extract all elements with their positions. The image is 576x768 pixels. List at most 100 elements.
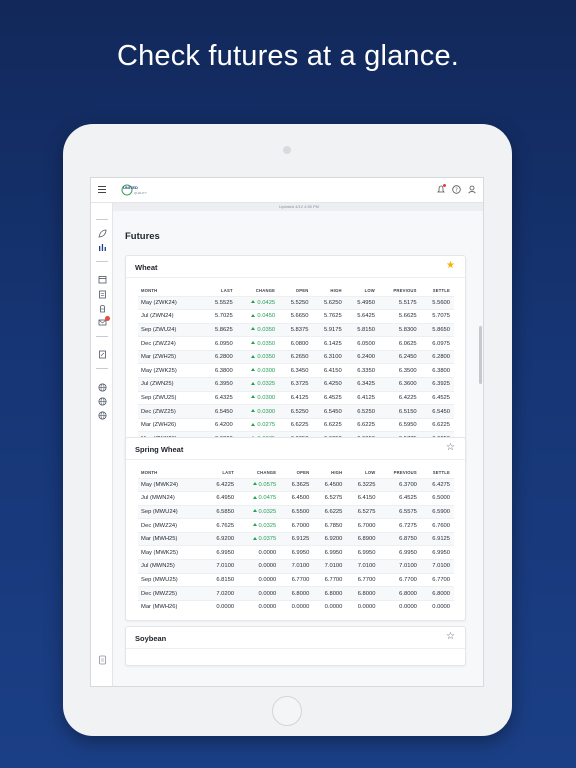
sidebar-divider xyxy=(96,336,108,337)
table-row[interactable]: Dec (MWZ24) 6.7625 0.0325 6.7000 6.7850 6.700… xyxy=(138,518,454,533)
column-header: LOW xyxy=(364,288,375,294)
column-header: MONTH xyxy=(141,288,158,294)
contract-month: Jul (MWN25) xyxy=(138,559,205,574)
futures-chart-icon[interactable] xyxy=(97,243,107,253)
table-row[interactable]: Mar (MWH26) 0.0000 0.0000 0.0000 0.0000 0.000… xyxy=(138,599,454,614)
table-row[interactable]: May (ZWK24) 5.5525 0.0425 5.5250 5.6250 5.495… xyxy=(138,295,454,310)
star-filled-icon[interactable]: ★ xyxy=(446,261,455,271)
table-header-row: MONTH LAST CHANGE OPEN HIGH LOW PREVIOUS SETTLE xyxy=(138,286,454,296)
globe-icon[interactable] xyxy=(97,411,107,421)
table-row[interactable]: Dec (ZWZ25) 6.5450 0.0300 6.5250 6.5450 6.525… xyxy=(138,404,454,419)
contract-month: Jul (ZWN24) xyxy=(138,309,204,324)
contract-month: May (ZWK25) xyxy=(138,363,204,378)
table-row[interactable]: Mar (ZWH25) 6.2800 0.0350 6.2650 6.3100 6.240… xyxy=(138,349,454,364)
price-cell: 6.8150 xyxy=(205,572,239,587)
silo-icon[interactable] xyxy=(97,304,107,314)
document-icon[interactable] xyxy=(97,290,107,300)
table-row[interactable]: Sep (ZWU25) 6.4325 0.0300 6.4125 6.4525 6.412… xyxy=(138,390,454,405)
price-cell: 6.9950 xyxy=(379,545,421,560)
price-cell: 6.9125 xyxy=(280,531,314,546)
price-cell: 6.8000 xyxy=(346,586,380,601)
table-row[interactable]: May (MWK25) 6.9950 0.0000 6.9950 6.9950 6.995… xyxy=(138,545,454,560)
sidebar xyxy=(91,203,113,686)
price-cell: 6.9950 xyxy=(205,545,239,560)
leaf-icon[interactable] xyxy=(97,229,107,239)
column-header: LAST xyxy=(220,288,233,294)
contract-icon[interactable] xyxy=(97,350,107,360)
contract-month: May (MWK25) xyxy=(138,545,205,560)
change-value: 0.0000 xyxy=(238,545,281,560)
updated-timestamp: Updated 4/12 4:55 PM xyxy=(113,203,483,211)
table-row[interactable]: Mar (MWH25) 6.9200 0.0375 6.9125 6.9200 6.890… xyxy=(138,531,454,546)
card-title: Spring Wheat xyxy=(135,445,184,454)
table-row[interactable]: Mar (ZWH26) 6.4200 0.0275 6.6225 6.6225 6.622… xyxy=(138,417,454,432)
table-row[interactable]: Jul (ZWN25) 6.3950 0.0325 6.3725 6.4250 6.342… xyxy=(138,377,454,392)
price-cell: 6.7625 xyxy=(205,518,239,533)
price-cell: 5.7625 xyxy=(312,309,346,324)
price-cell: 6.3625 xyxy=(280,477,314,492)
price-cell: 6.5250 xyxy=(279,404,313,419)
table-row[interactable]: Dec (ZWZ24) 6.0950 0.0350 6.0800 6.1425 6.050… xyxy=(138,336,454,351)
change-value: 0.0350 xyxy=(236,336,280,351)
table-row[interactable]: May (MWK24) 6.4225 0.0575 6.3625 6.4500 6.322… xyxy=(138,477,454,492)
logo-text: UNITED xyxy=(123,185,138,190)
price-cell: 6.5575 xyxy=(379,504,421,519)
table-row[interactable]: May (ZWK25) 6.3800 0.0300 6.3450 6.4150 6.335… xyxy=(138,363,454,378)
price-cell: 6.7700 xyxy=(420,572,454,587)
bell-icon[interactable] xyxy=(436,184,446,194)
globe-icon[interactable] xyxy=(97,383,107,393)
price-cell: 6.2450 xyxy=(378,349,421,364)
change-value: 0.0325 xyxy=(236,377,280,392)
price-cell: 6.9950 xyxy=(420,545,454,560)
star-outline-icon[interactable]: ☆ xyxy=(446,632,455,642)
price-cell: 5.6650 xyxy=(279,309,313,324)
table-row[interactable]: Jul (MWN25) 7.0100 0.0000 7.0100 7.0100 7.010… xyxy=(138,559,454,574)
price-cell: 5.8300 xyxy=(378,322,421,337)
change-value: 0.0325 xyxy=(238,504,281,519)
globe-icon[interactable] xyxy=(97,397,107,407)
column-header: PREVIOUS xyxy=(393,470,417,476)
table-row[interactable]: Dec (MWZ25) 7.0200 0.0000 6.8000 6.8000 6.800… xyxy=(138,586,454,601)
price-cell: 6.3700 xyxy=(379,477,421,492)
price-cell: 0.0000 xyxy=(205,599,239,614)
price-cell: 6.2800 xyxy=(420,349,454,364)
change-value: 0.0000 xyxy=(238,586,281,601)
card-header[interactable]: Spring Wheat ☆ xyxy=(126,438,465,460)
contract-month: Jul (MWN24) xyxy=(138,491,205,506)
card-header[interactable]: Wheat ★ xyxy=(126,256,465,278)
table-row[interactable]: Sep (MWU25) 6.8150 0.0000 6.7700 6.7700 6.770… xyxy=(138,572,454,587)
price-cell: 6.3350 xyxy=(345,363,379,378)
user-icon[interactable] xyxy=(468,185,477,194)
column-header: HIGH xyxy=(330,288,342,294)
price-cell: 6.1425 xyxy=(312,336,346,351)
card-header[interactable]: Soybean ☆ xyxy=(126,627,465,649)
hamburger-icon[interactable] xyxy=(98,186,106,194)
help-icon[interactable]: ? xyxy=(452,185,461,194)
calendar-icon[interactable] xyxy=(97,275,107,285)
price-cell: 6.4525 xyxy=(420,390,454,405)
contract-month: May (MWK24) xyxy=(138,477,205,492)
scrollbar[interactable] xyxy=(479,326,482,384)
table-row[interactable]: Jul (ZWN24) 5.7025 0.0450 5.6650 5.7625 5.642… xyxy=(138,309,454,324)
tablet-frame: UNITED QUALITY ? Updated 4/12 4:55 PM Fu… xyxy=(63,124,512,736)
price-cell: 0.0000 xyxy=(346,599,380,614)
column-header: OPEN xyxy=(295,288,309,294)
price-cell: 6.4250 xyxy=(312,377,346,392)
settings-panel-icon[interactable] xyxy=(97,655,107,665)
price-cell: 6.4500 xyxy=(313,477,347,492)
price-cell: 6.3925 xyxy=(420,377,454,392)
price-cell: 5.6625 xyxy=(378,309,421,324)
price-cell: 6.8000 xyxy=(420,586,454,601)
price-cell: 7.0100 xyxy=(420,559,454,574)
table-row[interactable]: Sep (MWU24) 6.5850 0.0325 6.5500 6.6225 6.527… xyxy=(138,504,454,519)
card-title: Wheat xyxy=(135,263,158,272)
star-outline-icon[interactable]: ☆ xyxy=(446,443,455,453)
table-row[interactable]: Jul (MWN24) 6.4950 0.0475 6.4500 6.5275 6.415… xyxy=(138,491,454,506)
price-cell: 6.7275 xyxy=(379,518,421,533)
change-value: 0.0450 xyxy=(236,309,280,324)
futures-card: Wheat ★ MONTH LAST CHANGE OPEN HIGH LOW PREVIOUS… xyxy=(125,255,466,467)
svg-text:?: ? xyxy=(455,187,458,193)
price-cell: 6.5250 xyxy=(345,404,379,419)
price-cell: 5.9175 xyxy=(312,322,346,337)
table-row[interactable]: Sep (ZWU24) 5.8625 0.0350 5.8375 5.9175 5.815… xyxy=(138,322,454,337)
